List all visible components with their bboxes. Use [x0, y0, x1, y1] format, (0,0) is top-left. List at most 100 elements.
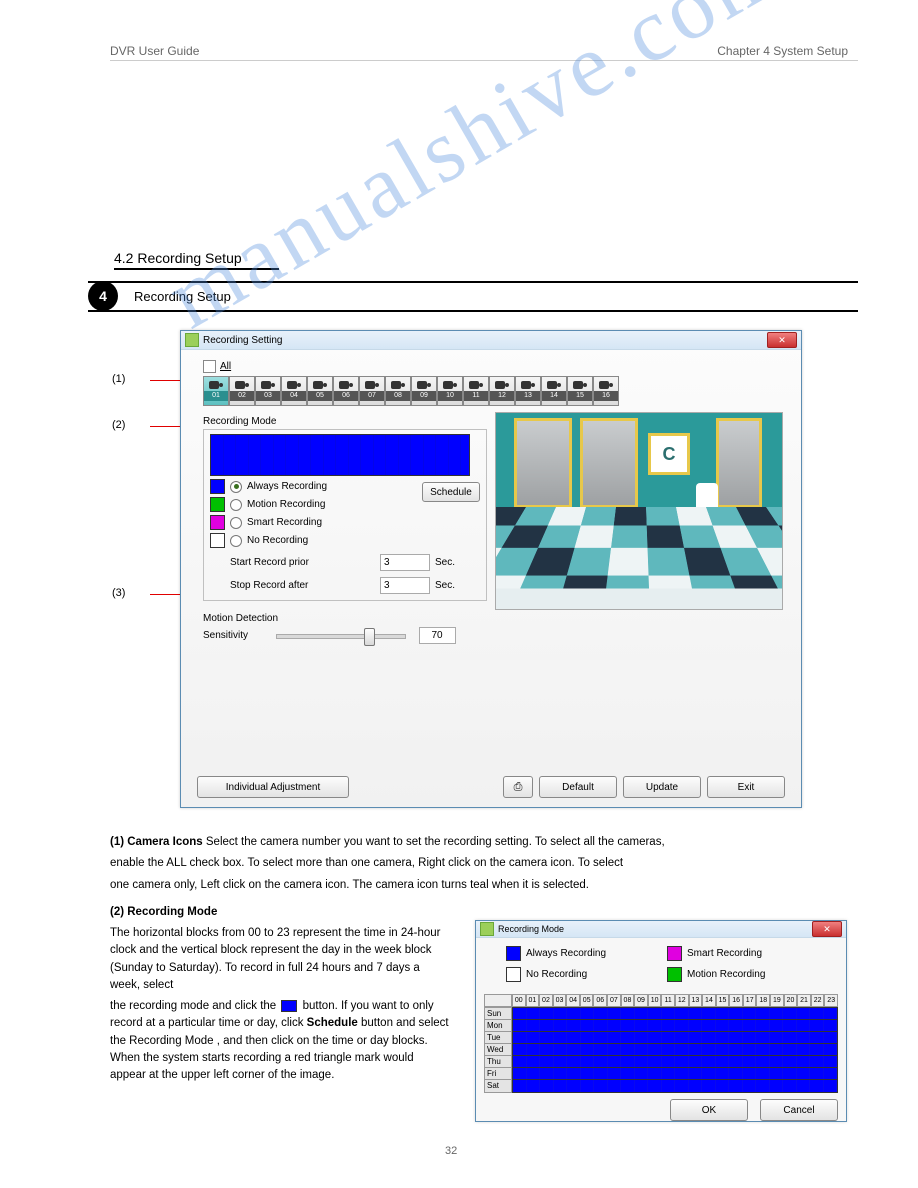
camera-icon — [235, 379, 249, 391]
schedule-row: Tue — [484, 1031, 838, 1043]
camera-number: 09 — [412, 391, 436, 401]
hour-header: 23 — [824, 994, 838, 1007]
sec-suffix-2: Sec. — [435, 580, 455, 591]
dialog-close-button[interactable]: ✕ — [812, 921, 842, 937]
cancel-button[interactable]: Cancel — [760, 1099, 838, 1121]
camera-number: 04 — [282, 391, 306, 401]
schedule-row-cells[interactable] — [512, 1079, 838, 1093]
timeline-grid[interactable] — [210, 434, 470, 476]
camera-cell-16[interactable]: 16 — [593, 376, 619, 406]
camera-cell-14[interactable]: 14 — [541, 376, 567, 406]
camera-cell-13[interactable]: 13 — [515, 376, 541, 406]
default-button[interactable]: Default — [539, 776, 617, 798]
individual-adjustment-button[interactable]: Individual Adjustment — [197, 776, 349, 798]
app-icon — [480, 922, 494, 936]
camera-icon — [261, 379, 275, 391]
camera-cell-10[interactable]: 10 — [437, 376, 463, 406]
hour-header: 08 — [621, 994, 635, 1007]
schedule-row: Sat — [484, 1079, 838, 1091]
swatch-motion — [210, 497, 225, 512]
camera-cell-05[interactable]: 05 — [307, 376, 333, 406]
header-left: DVR User Guide — [110, 44, 199, 58]
camera-number: 03 — [256, 391, 280, 401]
hour-header: 13 — [689, 994, 703, 1007]
camera-cell-09[interactable]: 09 — [411, 376, 437, 406]
camera-cell-08[interactable]: 08 — [385, 376, 411, 406]
annotation-label-2: (2) — [112, 419, 125, 431]
print-button[interactable]: ⎙ — [503, 776, 533, 798]
desc2b: the recording mode and click the — [110, 1000, 276, 1012]
camera-icon — [469, 379, 483, 391]
camera-cell-03[interactable]: 03 — [255, 376, 281, 406]
schedule-row: Sun — [484, 1007, 838, 1019]
preview-sign: C — [648, 433, 690, 475]
legend-none: No Recording — [247, 535, 308, 546]
desc1c: one camera only, Left click on the camer… — [110, 877, 858, 894]
recording-setting-window: Recording Setting ✕ All 0102030405060708… — [180, 330, 802, 808]
camera-icon — [599, 379, 613, 391]
camera-strip: 01020304050607080910111213141516 — [203, 376, 783, 406]
recording-mode-dialog: Recording Mode ✕ Always Recording Smart … — [475, 920, 847, 1122]
bullet-text: Recording Setup — [134, 289, 231, 304]
camera-number: 15 — [568, 391, 592, 401]
camera-number: 16 — [594, 391, 618, 401]
exit-button[interactable]: Exit — [707, 776, 785, 798]
schedule-button[interactable]: Schedule — [422, 482, 480, 502]
swatch-none — [506, 967, 521, 982]
slider-thumb[interactable] — [364, 628, 375, 646]
camera-cell-11[interactable]: 11 — [463, 376, 489, 406]
camera-icon — [443, 379, 457, 391]
all-checkbox[interactable] — [203, 360, 216, 373]
hour-header: 10 — [648, 994, 662, 1007]
swatch-none — [210, 533, 225, 548]
radio-motion[interactable] — [230, 499, 242, 511]
camera-number: 10 — [438, 391, 462, 401]
camera-cell-04[interactable]: 04 — [281, 376, 307, 406]
camera-cell-06[interactable]: 06 — [333, 376, 359, 406]
radio-smart[interactable] — [230, 517, 242, 529]
camera-cell-02[interactable]: 02 — [229, 376, 255, 406]
desc2d: Schedule — [307, 1017, 358, 1029]
camera-number: 11 — [464, 391, 488, 401]
bullet-number: 4 — [88, 281, 118, 311]
w2-smart: Smart Recording — [687, 948, 762, 959]
camera-number: 05 — [308, 391, 332, 401]
inline-swatch — [281, 1000, 297, 1012]
camera-cell-15[interactable]: 15 — [567, 376, 593, 406]
hour-header: 11 — [661, 994, 675, 1007]
close-button[interactable]: ✕ — [767, 332, 797, 348]
app-icon — [185, 333, 199, 347]
ok-button[interactable]: OK — [670, 1099, 748, 1121]
camera-cell-01[interactable]: 01 — [203, 376, 229, 406]
radio-none[interactable] — [230, 535, 242, 547]
update-button[interactable]: Update — [623, 776, 701, 798]
w2-motion: Motion Recording — [687, 969, 765, 980]
start-prior-label: Start Record prior — [210, 557, 350, 568]
camera-number: 08 — [386, 391, 410, 401]
camera-icon — [547, 379, 561, 391]
hour-header: 21 — [797, 994, 811, 1007]
sensitivity-value[interactable]: 70 — [419, 627, 456, 644]
hour-header: 22 — [811, 994, 825, 1007]
bullet-row: 4 Recording Setup — [88, 281, 858, 312]
camera-number: 06 — [334, 391, 358, 401]
schedule-row: Wed — [484, 1043, 838, 1055]
hour-header: 18 — [756, 994, 770, 1007]
hour-header: 12 — [675, 994, 689, 1007]
schedule-row: Mon — [484, 1019, 838, 1031]
camera-number: 07 — [360, 391, 384, 401]
hour-header: 03 — [553, 994, 567, 1007]
slider-track — [276, 634, 406, 639]
stop-after-label: Stop Record after — [210, 580, 350, 591]
sensitivity-slider[interactable] — [276, 626, 406, 644]
start-prior-input[interactable]: 3 — [380, 554, 430, 571]
schedule-grid[interactable]: 0001020304050607080910111213141516171819… — [484, 994, 838, 1091]
desc2-num: (2) Recording Mode — [110, 906, 217, 918]
camera-cell-07[interactable]: 07 — [359, 376, 385, 406]
section-title: 4.2 Recording Setup — [114, 250, 279, 270]
header-divider — [110, 60, 858, 61]
stop-after-input[interactable]: 3 — [380, 577, 430, 594]
legend-motion: Motion Recording — [247, 499, 325, 510]
radio-always[interactable] — [230, 481, 242, 493]
camera-cell-12[interactable]: 12 — [489, 376, 515, 406]
